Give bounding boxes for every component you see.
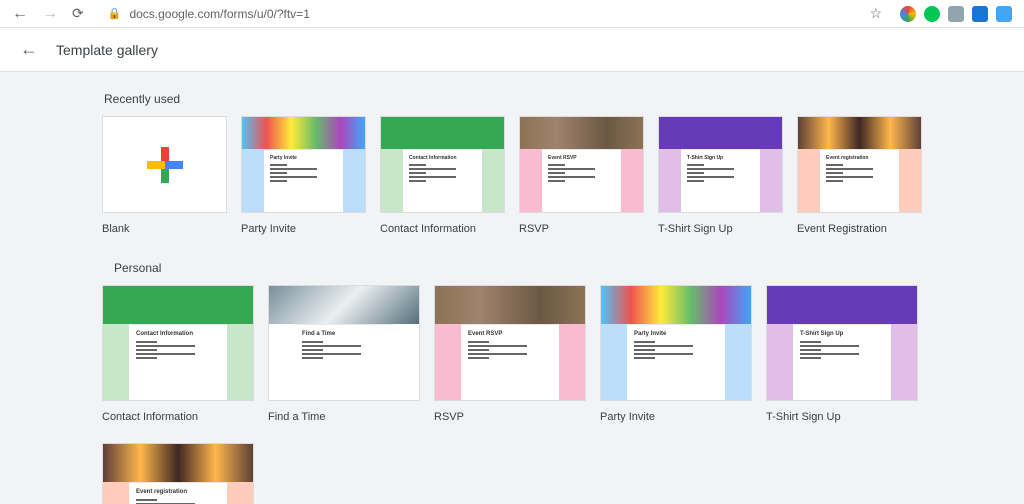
template-label: Contact Information [380,213,505,235]
template-label: RSVP [519,213,644,235]
template-thumbnail: Event registration [102,443,254,504]
templates-row-personal: Contact Information Contact Information Fi… [102,285,922,423]
template-card[interactable]: T-Shirt Sign Up T-Shirt Sign Up [766,285,918,423]
form-preview-title: Event registration [136,489,220,495]
browser-toolbar: ← → ⟳ 🔒 docs.google.com/forms/u/0/?ftv=1… [0,0,1024,28]
template-card[interactable]: Event registration Event Registration [797,116,922,235]
template-form-preview: Event RSVP [520,149,643,213]
template-card[interactable]: Blank [102,116,227,235]
template-banner [601,286,751,324]
template-card[interactable]: Find a Time Find a Time [268,285,420,423]
template-thumbnail: Party Invite [241,116,366,213]
template-banner [659,117,782,149]
extension-icon-4[interactable] [972,6,988,22]
template-thumbnail: Find a Time [268,285,420,401]
template-thumbnail [102,116,227,213]
template-banner [520,117,643,149]
form-preview-title: Event RSVP [548,155,615,161]
template-card[interactable]: Party Invite Party Invite [241,116,366,235]
form-preview-title: Contact Information [136,331,220,337]
template-form-preview: Party Invite [601,324,751,401]
template-label: Find a Time [268,401,420,423]
template-form-preview: Event registration [798,149,921,213]
address-bar[interactable]: 🔒 docs.google.com/forms/u/0/?ftv=1 [98,5,856,23]
template-label: RSVP [434,401,586,423]
template-form-preview: Event registration [103,482,253,504]
plus-icon [147,147,183,183]
templates-row-extra: Event registration [102,443,922,504]
template-card[interactable]: Party Invite Party Invite [600,285,752,423]
template-banner [381,117,504,149]
back-arrow-icon[interactable]: ← [20,39,38,60]
template-banner [767,286,917,324]
form-preview-title: Party Invite [270,155,337,161]
extension-icon-1[interactable] [900,6,916,22]
url-text: docs.google.com/forms/u/0/?ftv=1 [129,7,309,21]
extension-icons [900,6,1012,22]
template-card[interactable]: Contact Information Contact Information [102,285,254,423]
template-card[interactable]: Event RSVP RSVP [434,285,586,423]
template-label: Blank [102,213,227,235]
lock-icon: 🔒 [108,7,122,20]
bookmark-star-icon[interactable]: ☆ [869,5,882,22]
template-banner [242,117,365,149]
section-title-recent: Recently used [102,86,922,116]
nav-back-icon[interactable]: ← [12,6,28,22]
template-thumbnail: Event registration [797,116,922,213]
template-banner [435,286,585,324]
template-thumbnail: Event RSVP [519,116,644,213]
extension-icon-5[interactable] [996,6,1012,22]
extension-icon-3[interactable] [948,6,964,22]
template-form-preview: Event RSVP [435,324,585,401]
template-form-preview: Contact Information [381,149,504,213]
form-preview-title: T-Shirt Sign Up [800,331,884,337]
template-label: Party Invite [600,401,752,423]
page-header: ← Template gallery [0,28,1024,72]
content-area: Recently used BlankParty InviteParty Inv… [0,72,1024,504]
template-card[interactable]: T-Shirt Sign Up T-Shirt Sign Up [658,116,783,235]
template-card[interactable]: Event registration [102,443,254,504]
form-preview-title: T-Shirt Sign Up [687,155,754,161]
template-thumbnail: Contact Information [380,116,505,213]
template-form-preview: T-Shirt Sign Up [767,324,917,401]
template-banner [103,286,253,324]
form-preview-title: Event registration [826,155,893,161]
form-preview-title: Party Invite [634,331,718,337]
template-label: T-Shirt Sign Up [766,401,918,423]
template-label: Contact Information [102,401,254,423]
template-card[interactable]: Event RSVP RSVP [519,116,644,235]
extension-icon-2[interactable] [924,6,940,22]
template-card[interactable]: Contact Information Contact Information [380,116,505,235]
template-thumbnail: Party Invite [600,285,752,401]
reload-icon[interactable]: ⟳ [72,5,84,22]
template-label: Party Invite [241,213,366,235]
template-thumbnail: Contact Information [102,285,254,401]
template-form-preview: Party Invite [242,149,365,213]
template-form-preview: T-Shirt Sign Up [659,149,782,213]
template-banner [103,444,253,482]
template-form-preview: Contact Information [103,324,253,401]
page-title: Template gallery [56,42,158,58]
template-banner [269,286,419,324]
template-label: Event Registration [797,213,922,235]
form-preview-title: Contact Information [409,155,476,161]
template-thumbnail: T-Shirt Sign Up [766,285,918,401]
section-title-personal: Personal [102,255,922,285]
form-preview-title: Find a Time [302,331,386,337]
template-label: T-Shirt Sign Up [658,213,783,235]
template-thumbnail: T-Shirt Sign Up [658,116,783,213]
template-banner [798,117,921,149]
template-form-preview: Find a Time [269,324,419,401]
template-thumbnail: Event RSVP [434,285,586,401]
form-preview-title: Event RSVP [468,331,552,337]
nav-forward-icon[interactable]: → [42,6,58,22]
templates-row-recent: Blank Party Invite Party Invite Contact Inf… [102,116,922,235]
